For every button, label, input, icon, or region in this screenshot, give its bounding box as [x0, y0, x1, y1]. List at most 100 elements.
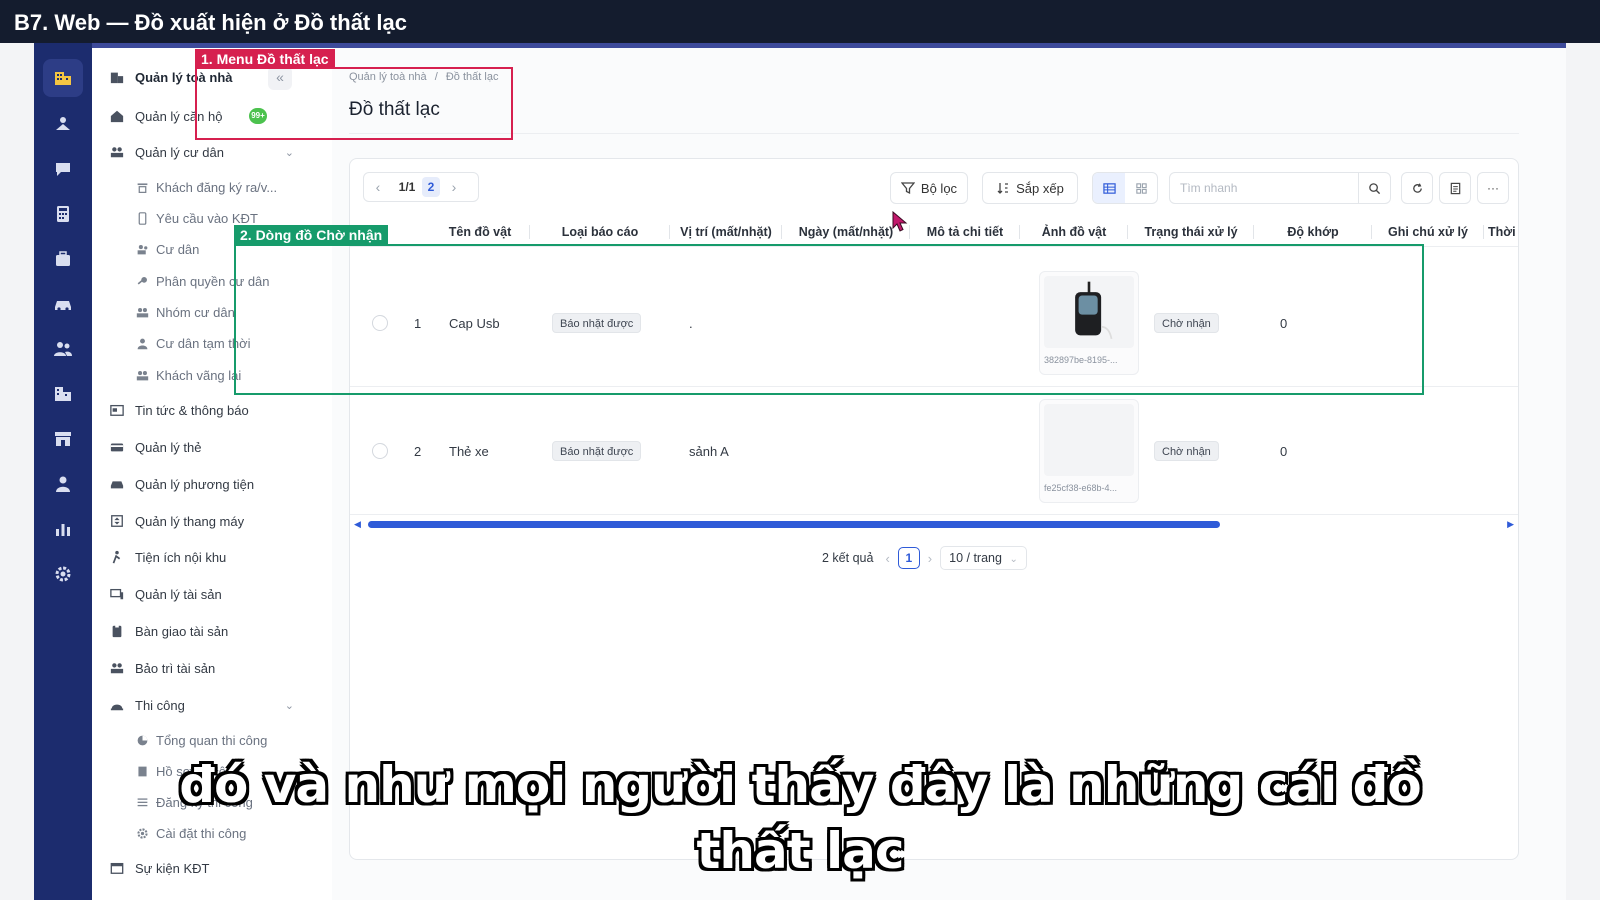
rail-store-icon[interactable]: [43, 420, 83, 458]
video-title: B7. Web — Đồ xuất hiện ở Đồ thất lạc: [0, 0, 1600, 43]
total-results: 2 kết quả: [822, 551, 874, 565]
pager-next-icon[interactable]: ›: [440, 179, 468, 195]
pager-prev-icon[interactable]: ‹: [364, 179, 392, 195]
search-input[interactable]: [1170, 181, 1350, 195]
sidebar-item-label: Quản lý tài sản: [135, 586, 222, 602]
scroll-right-icon[interactable]: ▶: [1507, 519, 1514, 530]
sidebar-item-label: Quản lý thẻ: [135, 439, 202, 455]
key-icon: [134, 273, 150, 289]
app-root: B7. Web — Đồ xuất hiện ở Đồ thất lạc « Q…: [0, 0, 1600, 900]
next-page-icon[interactable]: ›: [928, 551, 932, 566]
subtitle-line-1: đó và như mọi người thấy đây là những cá…: [179, 756, 1422, 814]
image-caption: fe25cf38-e68b-4...: [1044, 483, 1118, 493]
column-header[interactable]: Ảnh đồ vật: [1020, 217, 1128, 247]
sidebar-item-construction-overview[interactable]: Tổng quan thi công: [92, 725, 324, 755]
sidebar-item-elevator[interactable]: Quản lý thang máy: [92, 506, 324, 536]
sidebar-item-vehicle[interactable]: Quản lý phương tiện: [92, 469, 324, 499]
sidebar-item-label: Bảo trì tài sản: [135, 660, 216, 676]
sidebar-item-label: Khách vãng lai: [156, 367, 242, 383]
maintenance-icon: [109, 660, 125, 676]
grid-view-icon[interactable]: [1125, 173, 1157, 203]
group-icon: [134, 304, 150, 320]
rail-car-icon[interactable]: [43, 285, 83, 323]
sidebar-item-construction[interactable]: Thi công ⌄: [92, 690, 324, 720]
rail-person-icon[interactable]: [43, 465, 83, 503]
scroll-left-icon[interactable]: ◀: [354, 519, 361, 530]
column-header[interactable]: Vị trí (mất/nhặt): [670, 217, 782, 247]
rail-calculator-icon[interactable]: [43, 195, 83, 233]
column-header[interactable]: Thời: [1484, 217, 1518, 247]
column-header[interactable]: Mô tả chi tiết: [910, 217, 1020, 247]
rail-recycle-icon[interactable]: [43, 105, 83, 143]
user-group-icon: [134, 241, 150, 257]
status-badge: Chờ nhận: [1154, 441, 1219, 461]
sidebar-item-asset[interactable]: Quản lý tài sản: [92, 579, 324, 609]
sidebar-item-amenity[interactable]: Tiện ích nội khu: [92, 542, 324, 572]
table-row[interactable]: 2 Thẻ xe Báo nhặt được sảnh A fe25cf38-e…: [350, 387, 1518, 515]
rail-users-icon[interactable]: [43, 330, 83, 368]
rail-briefcase-icon[interactable]: [43, 240, 83, 278]
column-header[interactable]: Tên đồ vật: [430, 217, 530, 247]
sidebar-item-residents[interactable]: Quản lý cư dân ⌄: [92, 137, 324, 167]
chevron-down-icon: ⌄: [284, 146, 294, 159]
sidebar-item-label: Tiện ích nội khu: [135, 549, 227, 565]
register-icon: [134, 179, 150, 195]
sidebar-item-label: Tin tức & thông báo: [135, 402, 249, 418]
sidebar-item-label: Quản lý phương tiện: [135, 476, 255, 492]
sort-button-label: Sắp xếp: [1016, 180, 1064, 196]
prev-page-icon[interactable]: ‹: [885, 551, 889, 566]
column-header[interactable]: Ghi chú xử lý: [1372, 217, 1484, 247]
page-number[interactable]: 1: [897, 547, 920, 569]
sidebar-item-maintenance[interactable]: Bảo trì tài sản: [92, 653, 324, 683]
item-location: sảnh A: [689, 444, 729, 459]
rail-chart-icon[interactable]: [43, 510, 83, 548]
sidebar-item-label: Tổng quan thi công: [156, 732, 268, 748]
building-icon: [109, 69, 125, 85]
refresh-icon: [1412, 182, 1422, 193]
sidebar-item-card[interactable]: Quản lý thẻ: [92, 432, 324, 462]
scrollbar-thumb[interactable]: [368, 521, 1220, 528]
filter-button[interactable]: Bộ lọc: [890, 172, 968, 204]
refresh-button[interactable]: [1401, 172, 1433, 204]
pager-next-page[interactable]: 2: [422, 177, 440, 197]
quick-search: [1169, 172, 1391, 204]
rail-city-icon[interactable]: [43, 375, 83, 413]
table-view-icon[interactable]: [1093, 173, 1125, 203]
item-image[interactable]: fe25cf38-e68b-4...: [1039, 399, 1139, 503]
page-size-label: 10 / trang: [949, 551, 1002, 565]
search-icon[interactable]: [1358, 173, 1390, 203]
column-header[interactable]: Độ khớp: [1254, 217, 1372, 247]
menu-annotation-box: [195, 67, 513, 140]
amenity-icon: [109, 549, 125, 565]
sidebar-item-label: Quản lý thang máy: [135, 513, 245, 529]
filter-button-label: Bộ lọc: [920, 180, 958, 196]
sidebar-item-guest-register[interactable]: Khách đăng ký ra/v...: [92, 172, 324, 202]
sidebar-item-handover[interactable]: Bàn giao tài sản: [92, 616, 324, 646]
row-index: 2: [414, 444, 422, 459]
rail-chat-icon[interactable]: [43, 150, 83, 188]
asset-icon: [109, 586, 125, 602]
row-checkbox[interactable]: [372, 443, 388, 459]
page-size-select[interactable]: 10 / trang ⌄: [940, 546, 1027, 570]
view-toggle: [1092, 172, 1158, 204]
sidebar-item-news[interactable]: Tin tức & thông báo: [92, 395, 324, 425]
table-horizontal-scrollbar[interactable]: ◀ ▶: [354, 519, 1514, 529]
column-header[interactable]: Ngày (mất/nhặt): [782, 217, 910, 247]
sidebar-item-label: Bàn giao tài sản: [135, 623, 229, 639]
mouse-cursor-icon: [892, 211, 908, 232]
rail-gear-icon[interactable]: [43, 555, 83, 593]
rail-building-icon[interactable]: [43, 59, 83, 97]
column-header[interactable]: Trạng thái xử lý: [1128, 217, 1254, 247]
chevron-down-icon: ⌄: [284, 699, 294, 712]
sort-button[interactable]: Sắp xếp: [982, 172, 1078, 204]
card-icon: [109, 439, 125, 455]
construction-icon: [109, 697, 125, 713]
table-header: Tên đồ vật Loại báo cáo Vị trí (mất/nhặt…: [350, 217, 1518, 247]
report-type-tag: Báo nhặt được: [552, 441, 642, 461]
phone-icon: [134, 210, 150, 226]
export-button[interactable]: [1439, 172, 1471, 204]
more-icon: ···: [1487, 181, 1499, 195]
column-header[interactable]: Loại báo cáo: [530, 217, 670, 247]
match-score: 0: [1280, 444, 1288, 459]
more-button[interactable]: ···: [1477, 172, 1509, 204]
